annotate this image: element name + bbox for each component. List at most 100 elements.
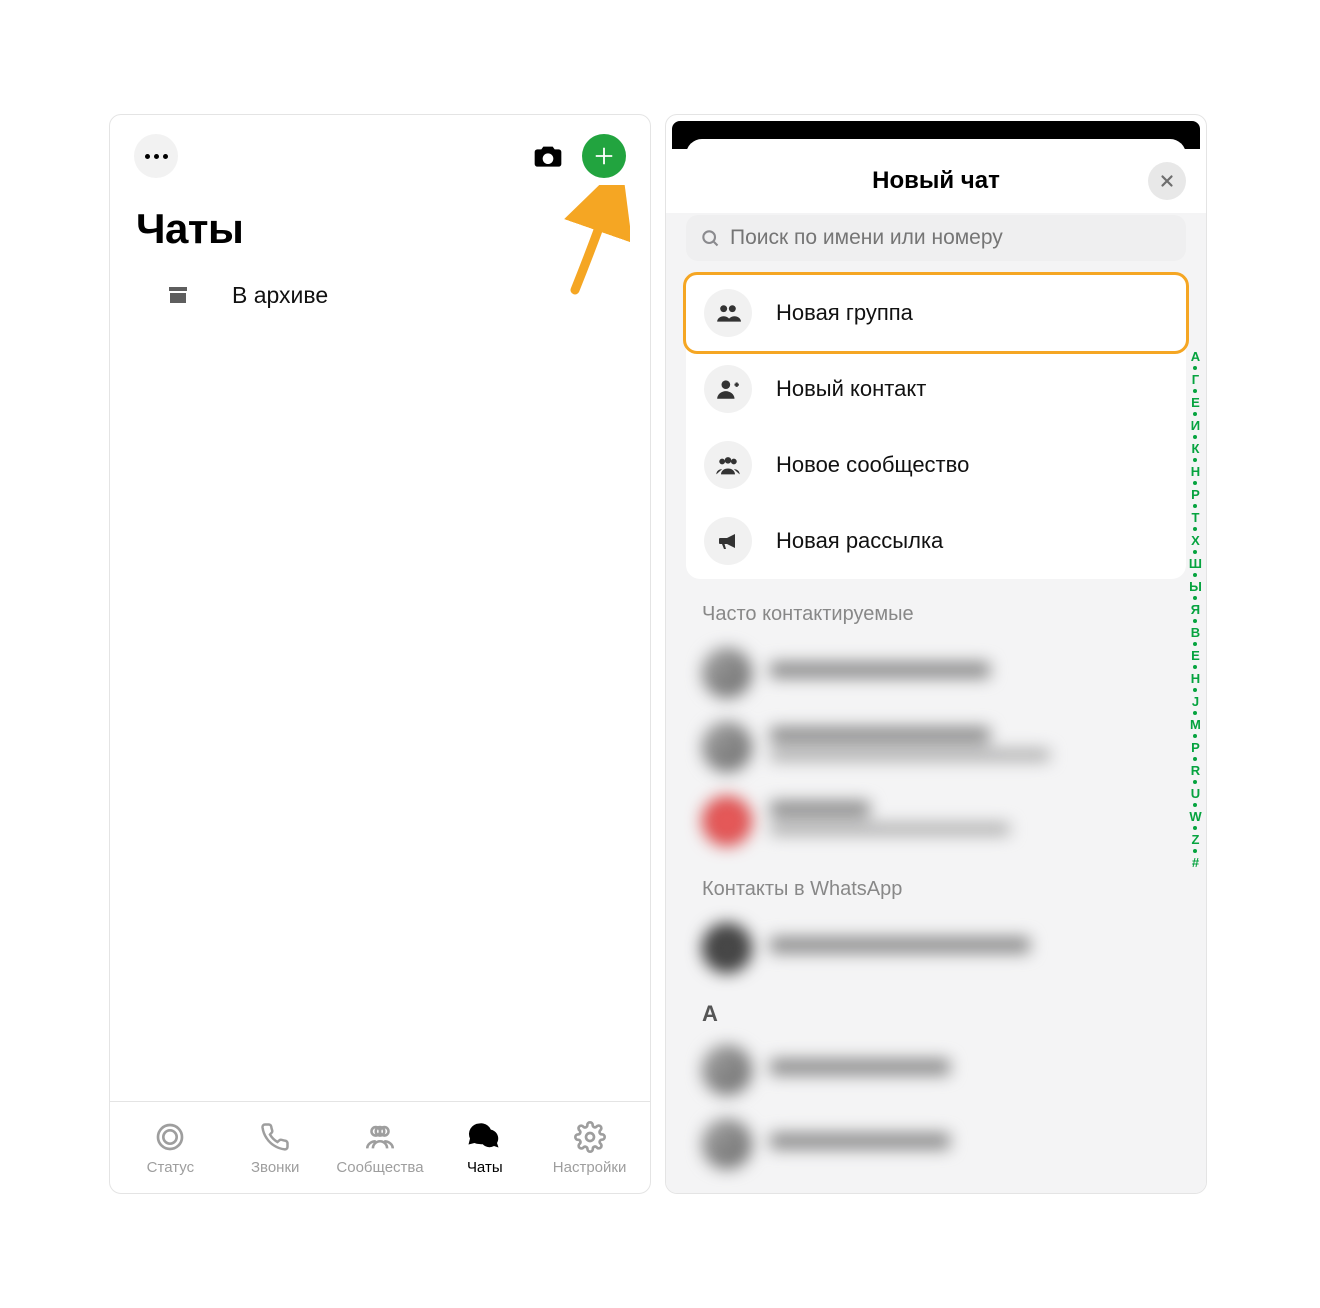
megaphone-icon — [704, 517, 752, 565]
index-dot — [1193, 665, 1197, 669]
action-label: Новая рассылка — [776, 528, 943, 554]
communities-icon — [362, 1119, 398, 1155]
index-letter[interactable]: Х — [1191, 533, 1200, 548]
tab-calls[interactable]: Звонки — [227, 1119, 323, 1176]
action-new-community[interactable]: Новое сообщество — [686, 427, 1186, 503]
contact-row[interactable] — [682, 784, 1190, 858]
index-dot — [1193, 550, 1197, 554]
index-letter[interactable]: Г — [1192, 372, 1199, 387]
index-letter[interactable]: Я — [1191, 602, 1200, 617]
index-dot — [1193, 734, 1197, 738]
search-input[interactable] — [730, 226, 1172, 250]
tab-label: Настройки — [553, 1159, 627, 1176]
action-new-group[interactable]: Новая группа — [683, 272, 1189, 354]
tab-label: Чаты — [467, 1159, 503, 1176]
sheet-backdrop — [672, 121, 1200, 149]
index-letter[interactable]: Ш — [1189, 556, 1202, 571]
close-button[interactable] — [1148, 162, 1186, 200]
more-button[interactable] — [134, 134, 178, 178]
chats-icon — [467, 1119, 503, 1155]
contact-row[interactable] — [682, 1033, 1190, 1107]
add-contact-icon — [704, 365, 752, 413]
tab-status[interactable]: Статус — [122, 1119, 218, 1176]
index-letter[interactable]: E — [1191, 648, 1200, 663]
archived-label: В архиве — [232, 282, 328, 309]
index-dot — [1193, 711, 1197, 715]
index-letter[interactable]: К — [1191, 441, 1199, 456]
index-letter[interactable]: Е — [1191, 395, 1200, 410]
index-dot — [1193, 389, 1197, 393]
index-dot — [1193, 757, 1197, 761]
avatar — [702, 648, 752, 698]
tab-label: Сообщества — [336, 1159, 423, 1176]
index-dot — [1193, 458, 1197, 462]
alpha-index-rail[interactable]: АГЕИКНРТХШЫЯBEHJMPRUWZ # — [1189, 349, 1202, 870]
index-dot — [1193, 642, 1197, 646]
archived-row[interactable]: В архиве — [110, 275, 650, 315]
camera-icon — [532, 140, 564, 172]
tab-communities[interactable]: Сообщества — [332, 1119, 428, 1176]
archive-icon — [164, 281, 192, 309]
index-letter[interactable]: И — [1191, 418, 1200, 433]
index-dot — [1193, 412, 1197, 416]
tab-label: Статус — [147, 1159, 194, 1176]
action-label: Новая группа — [776, 300, 913, 326]
index-letter[interactable]: Т — [1191, 510, 1199, 525]
index-dot — [1193, 527, 1197, 531]
contact-row[interactable] — [682, 1107, 1190, 1181]
avatar — [702, 796, 752, 846]
gear-icon — [572, 1119, 608, 1155]
index-dot — [1193, 688, 1197, 692]
chats-header — [110, 115, 650, 177]
index-letter[interactable]: B — [1191, 625, 1200, 640]
index-dot — [1193, 780, 1197, 784]
index-letter[interactable]: W — [1189, 809, 1201, 824]
community-icon — [704, 441, 752, 489]
index-dot — [1193, 481, 1197, 485]
index-dot — [1193, 366, 1197, 370]
plus-icon — [593, 145, 615, 167]
index-letter[interactable]: R — [1191, 763, 1200, 778]
tab-chats[interactable]: Чаты — [437, 1119, 533, 1176]
new-chat-button[interactable] — [582, 134, 626, 178]
group-icon — [704, 289, 752, 337]
phone-icon — [257, 1119, 293, 1155]
index-dot — [1193, 435, 1197, 439]
contact-row[interactable] — [682, 911, 1190, 985]
index-dot — [1193, 803, 1197, 807]
search-field[interactable] — [686, 215, 1186, 261]
action-label: Новый контакт — [776, 376, 926, 402]
index-letter[interactable]: А — [1191, 349, 1200, 364]
new-chat-actions: Новая группа Новый контакт Новое сообщес… — [686, 272, 1186, 579]
index-letter[interactable]: Ы — [1189, 579, 1202, 594]
index-letter[interactable]: U — [1191, 786, 1200, 801]
sheet-header: Новый чат — [666, 149, 1206, 213]
contact-row[interactable] — [682, 710, 1190, 784]
new-chat-sheet-screen: Новый чат Новая — [665, 114, 1207, 1194]
tab-label: Звонки — [251, 1159, 299, 1176]
page-title: Чаты — [110, 177, 650, 275]
avatar — [702, 923, 752, 973]
tab-bar: Статус Звонки Сообщества Чаты — [110, 1101, 650, 1193]
contact-row[interactable] — [682, 636, 1190, 710]
avatar — [702, 1119, 752, 1169]
action-new-broadcast[interactable]: Новая рассылка — [686, 503, 1186, 579]
tab-settings[interactable]: Настройки — [542, 1119, 638, 1176]
camera-button[interactable] — [526, 134, 570, 178]
index-letter[interactable]: P — [1191, 740, 1200, 755]
more-icon — [145, 154, 168, 159]
action-new-contact[interactable]: Новый контакт — [686, 351, 1186, 427]
index-letter-heading: A — [666, 985, 1206, 1033]
index-dot — [1193, 826, 1197, 830]
index-dot — [1193, 573, 1197, 577]
sheet-title: Новый чат — [872, 167, 1000, 195]
action-label: Новое сообщество — [776, 452, 969, 478]
index-letter[interactable]: # — [1192, 855, 1199, 870]
index-letter[interactable]: Н — [1191, 464, 1200, 479]
index-letter[interactable]: Z — [1191, 832, 1199, 847]
index-letter[interactable]: J — [1192, 694, 1199, 709]
index-letter[interactable]: M — [1190, 717, 1201, 732]
status-icon — [152, 1119, 188, 1155]
index-letter[interactable]: Р — [1191, 487, 1200, 502]
index-letter[interactable]: H — [1191, 671, 1200, 686]
